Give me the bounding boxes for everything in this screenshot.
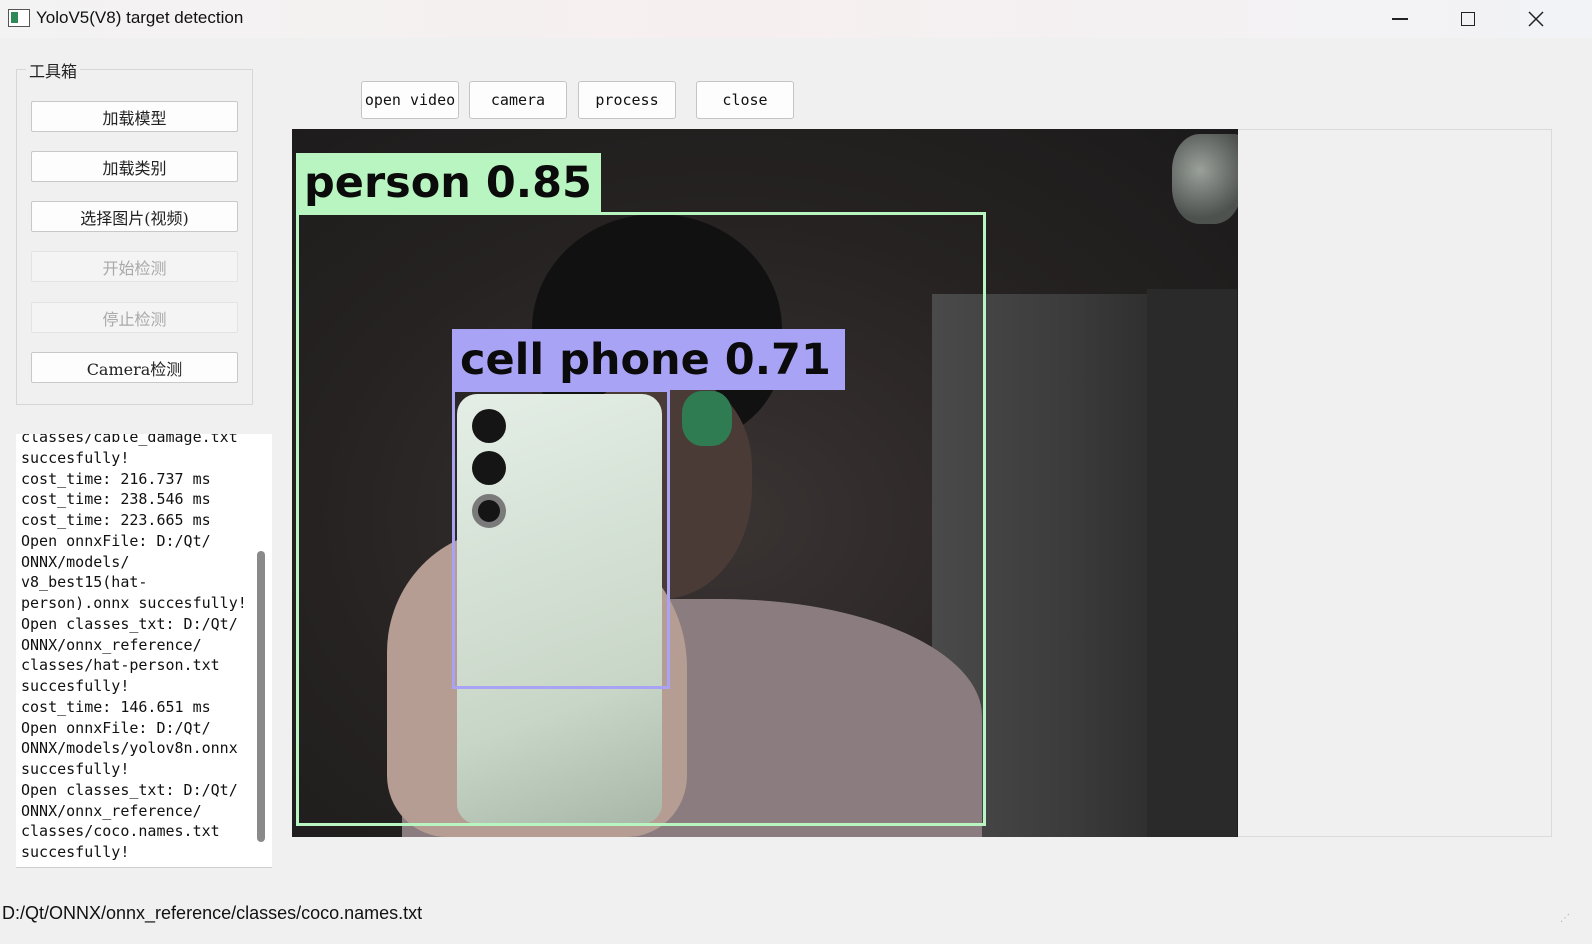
- log-line: v8_best15(hat-: [21, 573, 148, 592]
- stop-detection-button[interactable]: 停止检测: [31, 302, 238, 333]
- log-line: Open classes_txt: D:/Qt/: [21, 780, 238, 799]
- close-icon: [1528, 11, 1544, 27]
- log-line: cost_time: 223.665 ms: [21, 511, 211, 529]
- toolbox-title: 工具箱: [26, 58, 81, 82]
- maximize-button[interactable]: [1434, 0, 1502, 38]
- log-output[interactable]: classes/cable_damage.txt succesfully! cost…: [16, 434, 272, 868]
- start-detection-button[interactable]: 开始检测: [31, 251, 238, 282]
- person-detection-label: person 0.85: [296, 153, 601, 213]
- maximize-icon: [1461, 12, 1475, 26]
- status-text: D:/Qt/ONNX/onnx_reference/classes/coco.n…: [2, 903, 423, 923]
- log-line: classes/coco.names.txt: [21, 822, 220, 841]
- log-line: ONNX/models/: [21, 552, 130, 571]
- status-bar: D:/Qt/ONNX/onnx_reference/classes/coco.n…: [0, 900, 1592, 928]
- log-line: ONNX/onnx_reference/: [21, 635, 202, 654]
- close-window-button[interactable]: [1502, 0, 1570, 38]
- camera-button[interactable]: camera: [469, 81, 567, 119]
- log-scrollbar-thumb[interactable]: [257, 551, 265, 842]
- minimize-icon: [1392, 18, 1408, 20]
- log-line: cost_time: 216.737 ms: [21, 469, 211, 488]
- log-line: cost_time: 146.651 ms: [21, 697, 211, 716]
- resize-grip-icon[interactable]: ⋰: [1560, 913, 1570, 924]
- process-button[interactable]: process: [578, 81, 676, 119]
- log-scrollbar[interactable]: [254, 434, 272, 867]
- log-line: Open classes_txt: D:/Qt/: [21, 614, 238, 633]
- background-lamp: [1172, 134, 1238, 224]
- background-wall: [1147, 289, 1237, 837]
- camera-detection-button[interactable]: Camera检测: [31, 352, 238, 383]
- select-image-video-button[interactable]: 选择图片(视频): [31, 201, 238, 232]
- log-line: succesfully!: [21, 760, 130, 778]
- log-line: classes/cable_damage.txt: [21, 434, 238, 446]
- open-video-button[interactable]: open video: [361, 81, 459, 119]
- log-line: ONNX/models/yolov8n.onnx: [21, 739, 238, 758]
- video-frame: person 0.85 cell phone 0.71: [292, 129, 1238, 837]
- load-classes-button[interactable]: 加载类别: [31, 151, 238, 182]
- close-button[interactable]: close: [696, 81, 794, 119]
- log-line: succesfully!: [21, 677, 130, 695]
- log-line: classes/hat-person.txt: [21, 656, 220, 675]
- load-model-button[interactable]: 加载模型: [31, 101, 238, 132]
- app-icon: [8, 9, 30, 27]
- log-line: cost_time: 238.546 ms: [21, 490, 211, 509]
- log-line: Open onnxFile: D:/Qt/: [21, 718, 211, 737]
- log-line: succesfully!: [21, 843, 130, 861]
- cell-phone-detection-label: cell phone 0.71: [452, 329, 845, 390]
- cell-phone-bounding-box: [452, 389, 670, 689]
- log-line: Open onnxFile: D:/Qt/: [21, 531, 211, 550]
- log-line: ONNX/onnx_reference/: [21, 801, 202, 820]
- title-bar: YoloV5(V8) target detection: [0, 0, 1592, 38]
- window-title: YoloV5(V8) target detection: [36, 8, 244, 27]
- log-text: classes/cable_damage.txt succesfully! cost…: [21, 434, 257, 863]
- log-line: succesfully!: [21, 448, 130, 467]
- log-line: person).onnx succesfully!: [21, 594, 247, 612]
- minimize-button[interactable]: [1366, 0, 1434, 38]
